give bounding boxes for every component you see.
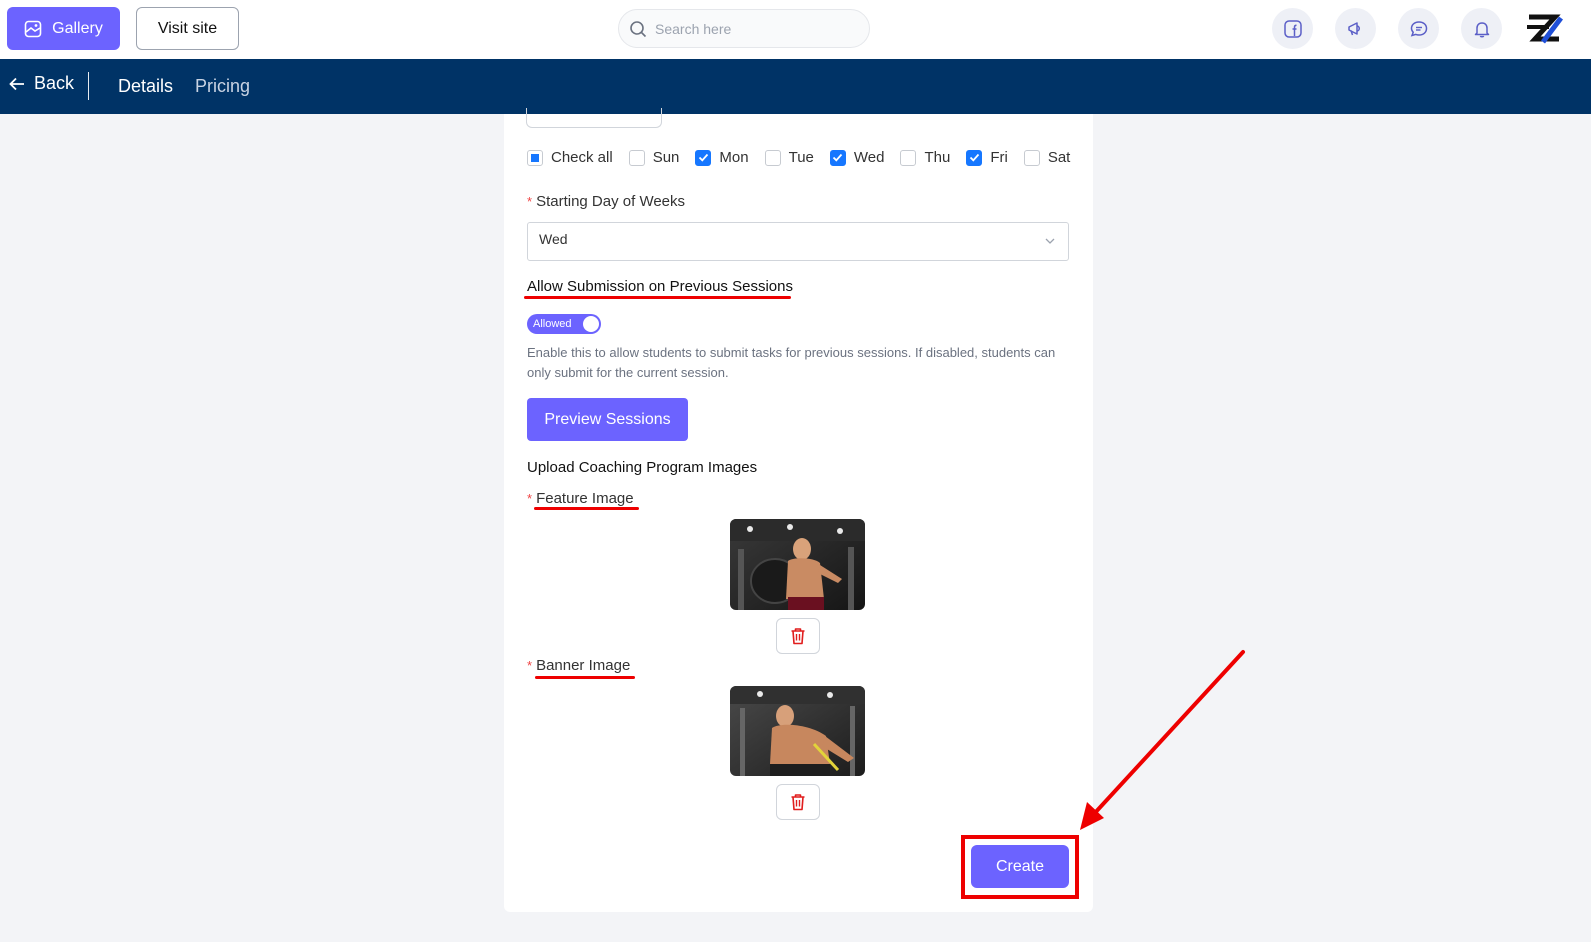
gallery-label: Gallery <box>52 19 103 37</box>
trash-icon <box>791 628 805 645</box>
previous-field-edge <box>526 108 662 128</box>
starting-day-value: Wed <box>539 231 568 247</box>
toggle-knob <box>583 316 599 332</box>
checkbox-fri[interactable]: Fri <box>966 149 1008 166</box>
section-nav-bar: Back Details Pricing <box>0 59 1591 114</box>
checkbox-box[interactable] <box>1023 149 1040 166</box>
required-marker: * <box>527 194 533 209</box>
required-marker: * <box>527 658 533 673</box>
delete-banner-image-button[interactable] <box>776 784 820 820</box>
search-input[interactable] <box>655 20 855 37</box>
checkbox-box[interactable] <box>695 149 712 166</box>
brand-logo[interactable] <box>1525 8 1565 48</box>
checkbox-box[interactable] <box>900 149 917 166</box>
chat-icon <box>1410 20 1427 37</box>
visit-site-label: Visit site <box>157 19 218 37</box>
gallery-icon <box>24 20 42 37</box>
starting-day-label-text: Starting Day of Weeks <box>536 193 686 210</box>
checkbox-box[interactable] <box>628 149 645 166</box>
feature-image-preview <box>730 519 865 610</box>
feature-image-label-text: Feature Image <box>536 490 634 507</box>
notifications-button[interactable] <box>1461 8 1502 49</box>
checkbox-wed[interactable]: Wed <box>829 149 885 166</box>
logo-icon <box>1526 9 1564 47</box>
checkbox-label: Sun <box>652 149 680 166</box>
checkbox-label: Fri <box>990 149 1008 166</box>
facebook-icon <box>1283 19 1302 38</box>
delete-feature-image-button[interactable] <box>776 618 820 654</box>
annotation-underline <box>535 676 635 679</box>
checkbox-check-all[interactable]: Check all <box>527 149 613 166</box>
checkbox-sat[interactable]: Sat <box>1023 149 1071 166</box>
allow-submission-toggle[interactable]: Allowed <box>527 314 601 334</box>
starting-day-label: * Starting Day of Weeks <box>527 193 685 210</box>
messages-button[interactable] <box>1398 8 1439 49</box>
banner-image-photo <box>730 686 865 776</box>
feature-image-photo <box>730 519 865 610</box>
back-label: Back <box>34 73 75 93</box>
checkbox-mon[interactable]: Mon <box>695 149 749 166</box>
trash-icon <box>791 794 805 811</box>
top-bar: Gallery Visit site <box>0 0 1591 59</box>
megaphone-icon <box>1347 21 1360 35</box>
check-icon <box>698 153 709 162</box>
checkbox-box[interactable] <box>764 149 781 166</box>
checkbox-label: Tue <box>788 149 814 166</box>
search-bar <box>618 9 870 48</box>
visit-site-button[interactable]: Visit site <box>136 7 239 50</box>
starting-day-select[interactable]: Wed <box>527 222 1069 261</box>
checkbox-label: Sat <box>1047 149 1071 166</box>
checkbox-thu[interactable]: Thu <box>900 149 950 166</box>
required-marker: * <box>527 491 533 506</box>
banner-image-preview <box>730 686 865 776</box>
checkbox-box[interactable] <box>829 149 846 166</box>
checkbox-box[interactable] <box>527 149 543 166</box>
annotation-underline <box>534 507 639 510</box>
toggle-label: Allowed <box>533 318 572 330</box>
program-form-card: Check all Sun Mon Tue Wed Thu Fri Sat * S… <box>504 108 1093 912</box>
checkbox-label: Wed <box>853 149 885 166</box>
annotation-underline <box>524 296 791 299</box>
preview-sessions-button[interactable]: Preview Sessions <box>527 398 688 441</box>
checkbox-label: Check all <box>551 149 613 166</box>
feature-image-label: * Feature Image <box>527 490 634 507</box>
annotation-highlight-box <box>961 835 1079 899</box>
tab-pricing[interactable]: Pricing <box>195 76 250 97</box>
checkbox-tue[interactable]: Tue <box>764 149 814 166</box>
bell-icon <box>1474 21 1489 37</box>
check-icon <box>833 153 843 162</box>
upload-images-heading: Upload Coaching Program Images <box>527 459 758 476</box>
back-button[interactable]: Back <box>8 73 74 94</box>
announcements-button[interactable] <box>1335 8 1376 49</box>
facebook-button[interactable] <box>1272 8 1313 49</box>
checkbox-label: Thu <box>924 149 951 166</box>
nav-divider <box>88 72 89 100</box>
search-icon <box>630 20 647 37</box>
preview-sessions-label: Preview Sessions <box>544 410 671 428</box>
checkbox-label: Mon <box>719 149 749 166</box>
chevron-down-icon <box>1045 238 1055 244</box>
allow-submission-label: Allow Submission on Previous Sessions <box>527 278 793 295</box>
banner-image-label-text: Banner Image <box>536 657 631 674</box>
gallery-button[interactable]: Gallery <box>7 7 120 50</box>
weekday-checkbox-group: Check all Sun Mon Tue Wed Thu Fri Sat <box>527 149 1070 166</box>
checkbox-box[interactable] <box>966 149 983 166</box>
check-icon <box>969 153 979 162</box>
tab-details[interactable]: Details <box>118 76 173 97</box>
banner-image-label: * Banner Image <box>527 657 630 674</box>
allow-submission-help-text: Enable this to allow students to submit … <box>527 345 1056 380</box>
arrow-left-icon <box>9 77 24 90</box>
checkbox-sun[interactable]: Sun <box>628 149 680 166</box>
